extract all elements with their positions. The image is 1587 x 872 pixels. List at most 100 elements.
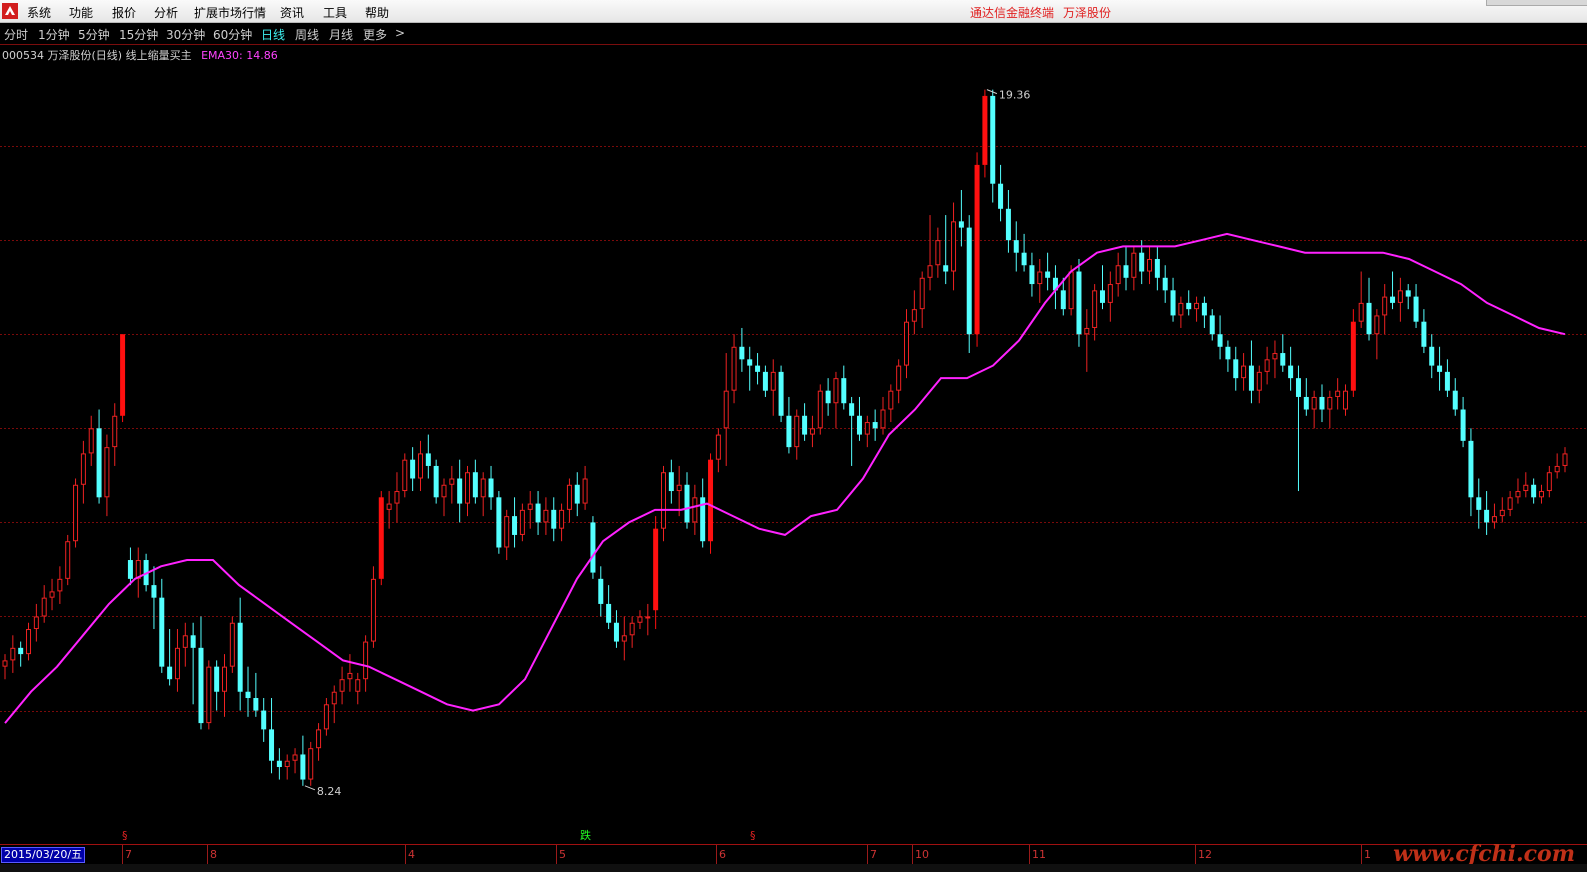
- candle-body: [1413, 296, 1419, 322]
- candle-body: [1029, 265, 1035, 285]
- tab-monthly[interactable]: 月线: [329, 26, 353, 43]
- candle-body: [951, 221, 957, 272]
- menu-system[interactable]: 系统: [27, 4, 51, 21]
- candle-body: [308, 748, 314, 780]
- candle-body: [872, 422, 878, 429]
- candle-body: [613, 622, 619, 642]
- menu-tools[interactable]: 工具: [323, 4, 347, 21]
- candle-body: [512, 516, 518, 535]
- tab-15min[interactable]: 15分钟: [119, 26, 158, 43]
- candle-body: [825, 390, 831, 404]
- candle-body: [73, 484, 79, 542]
- candle-body: [1037, 271, 1043, 285]
- candle-body: [1343, 390, 1349, 410]
- candle-body: [723, 390, 729, 429]
- month-label: 5: [559, 848, 566, 861]
- tab-1min[interactable]: 1分钟: [38, 26, 70, 43]
- tab-more[interactable]: 更多: [363, 26, 387, 43]
- candle-body: [692, 497, 698, 523]
- candle-body: [817, 390, 823, 429]
- candle-body: [1178, 302, 1184, 316]
- menu-news[interactable]: 资讯: [280, 4, 304, 21]
- candle-body: [323, 704, 329, 730]
- chevron-right-icon[interactable]: >: [395, 26, 405, 40]
- candle-body: [41, 597, 47, 617]
- candle-body: [80, 453, 86, 485]
- menu-function[interactable]: 功能: [69, 4, 93, 21]
- kline-chart[interactable]: 19.36 8.24 § § 跌: [0, 44, 1587, 844]
- candle-body: [96, 428, 102, 498]
- tab-5min[interactable]: 5分钟: [78, 26, 110, 43]
- candle-body: [33, 616, 39, 630]
- candle-body: [1154, 258, 1160, 278]
- candle-body: [1358, 302, 1364, 322]
- candle-body: [1444, 371, 1450, 391]
- candle-body: [410, 459, 416, 479]
- candle-body: [1194, 302, 1200, 310]
- candle-body: [911, 309, 917, 322]
- candle-body: [1170, 290, 1176, 316]
- candle-body: [864, 422, 870, 435]
- month-label: 12: [1198, 848, 1212, 861]
- candle-body: [261, 710, 267, 730]
- menu-quote[interactable]: 报价: [112, 4, 136, 21]
- candle-body: [888, 390, 894, 410]
- tab-weekly[interactable]: 周线: [295, 26, 319, 43]
- candle-body: [1115, 265, 1121, 285]
- candle-body: [1421, 321, 1427, 347]
- candle-body: [1233, 359, 1239, 379]
- month-tick: [122, 845, 123, 864]
- candle-body: [1546, 472, 1552, 492]
- candle-body: [1068, 271, 1074, 310]
- month-label: 10: [915, 848, 929, 861]
- start-date-label[interactable]: 2015/03/20/五: [1, 847, 86, 863]
- candle-body: [755, 365, 761, 372]
- month-label: 8: [210, 848, 217, 861]
- menu-help[interactable]: 帮助: [365, 4, 389, 21]
- candle-body: [621, 635, 627, 642]
- candle-body: [629, 622, 635, 636]
- candle-body: [1139, 252, 1145, 272]
- candle-body: [904, 321, 910, 366]
- candle-body: [206, 666, 212, 724]
- candle-body: [1562, 453, 1568, 466]
- menu-extended-market[interactable]: 扩展市场行情: [194, 4, 266, 21]
- app-logo-icon: [2, 3, 18, 19]
- candle-body: [10, 647, 16, 661]
- candle-body: [457, 478, 463, 504]
- candle-body: [127, 560, 133, 579]
- candle-body: [974, 164, 980, 335]
- candle-body: [809, 428, 815, 435]
- candle-body: [488, 478, 494, 498]
- tab-intraday[interactable]: 分时: [4, 26, 28, 43]
- candle-body: [363, 641, 369, 680]
- tab-60min[interactable]: 60分钟: [213, 26, 252, 43]
- window-controls[interactable]: [1486, 0, 1587, 6]
- candle-body: [1350, 321, 1356, 391]
- candle-body: [104, 447, 110, 498]
- tab-daily[interactable]: 日线: [261, 26, 285, 43]
- candle-body: [637, 616, 643, 623]
- candle-body: [402, 459, 408, 492]
- tab-30min[interactable]: 30分钟: [166, 26, 205, 43]
- candle-body: [347, 672, 353, 680]
- month-label: 4: [408, 848, 415, 861]
- candle-body: [1013, 240, 1019, 253]
- candle-body: [762, 371, 768, 391]
- candle-body: [982, 95, 988, 165]
- candle-body: [1390, 296, 1396, 303]
- menu-analysis[interactable]: 分析: [154, 4, 178, 21]
- candle-body: [574, 484, 580, 504]
- candle-body: [527, 503, 533, 510]
- month-tick: [1361, 845, 1362, 864]
- status-strip: [0, 864, 1587, 872]
- candle-body: [284, 760, 290, 768]
- brand-title: 通达信金融终端: [970, 6, 1055, 20]
- candle-body: [151, 585, 157, 598]
- candle-body: [668, 472, 674, 492]
- candle-body: [590, 522, 596, 573]
- candle-body: [198, 647, 204, 724]
- candle-body: [1538, 491, 1544, 498]
- month-tick: [405, 845, 406, 864]
- month-tick: [556, 845, 557, 864]
